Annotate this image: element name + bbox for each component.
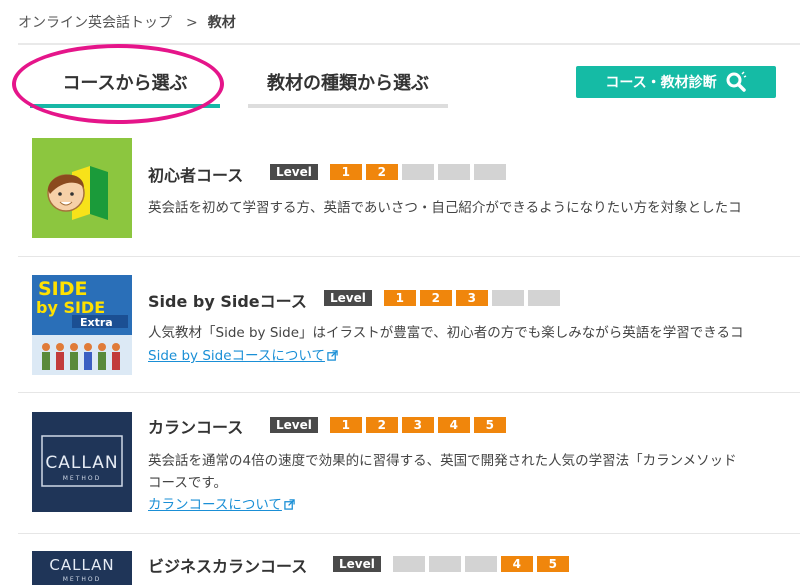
- level-box-4: 4: [500, 556, 533, 572]
- external-link-icon: [327, 350, 338, 361]
- level-box-2: 2: [365, 164, 398, 180]
- course-divider: [18, 392, 800, 393]
- level-box-3: [401, 164, 434, 180]
- business-callan-logo-image: CALLAN METHOD: [49, 556, 114, 583]
- course-divider: [18, 533, 800, 534]
- level-box-3: 3: [455, 290, 488, 306]
- level-box-2: [428, 556, 461, 572]
- level-box-5: [473, 164, 506, 180]
- level-indicator-beginner: Level 1 2: [270, 164, 506, 180]
- level-box-3: [464, 556, 497, 572]
- level-box-5: [527, 290, 560, 306]
- cover-title-2: by SIDE: [36, 298, 105, 317]
- level-box-1: 1: [329, 164, 362, 180]
- callan-thumbnail[interactable]: CALLAN METHOD: [32, 412, 132, 512]
- level-indicator-side-by-side: Level 1 2 3: [324, 290, 560, 306]
- callan-logo-image: CALLAN METHOD: [41, 435, 123, 487]
- course-desc-callan: 英会話を通常の4倍の速度で効果的に習得する、英国で開発された人気の学習法「カラン…: [148, 453, 737, 469]
- level-box-1: 1: [383, 290, 416, 306]
- cover-subtitle: Extra: [80, 316, 113, 329]
- callan-about-label: カランコースについて: [148, 497, 282, 513]
- level-indicator-callan: Level 1 2 3 4 5: [270, 417, 506, 433]
- course-divider: [18, 256, 800, 257]
- tab-material-type[interactable]: 教材の種類から選ぶ: [248, 64, 448, 108]
- level-box-3: 3: [401, 417, 434, 433]
- level-box-2: 2: [419, 290, 452, 306]
- callan-about-link[interactable]: カランコースについて: [148, 493, 295, 513]
- side-by-side-cover-image: SIDE by SIDE Extra: [32, 275, 132, 375]
- business-callan-logo-sub: METHOD: [63, 576, 102, 583]
- level-box-4: 4: [437, 417, 470, 433]
- level-label: Level: [270, 417, 318, 433]
- magnifier-icon: [726, 71, 746, 92]
- course-name-beginner[interactable]: 初心者コース: [148, 162, 243, 186]
- callan-logo-sub: METHOD: [63, 475, 102, 482]
- level-box-4: [437, 164, 470, 180]
- cover-title-1: SIDE: [38, 278, 88, 300]
- course-name-callan[interactable]: カランコース: [148, 414, 243, 438]
- course-desc-side-by-side: 人気教材「Side by Side」はイラストが豊富で、初心者の方でも楽しみなが…: [148, 325, 744, 341]
- business-callan-thumbnail[interactable]: CALLAN METHOD: [32, 551, 132, 585]
- side-by-side-about-link[interactable]: Side by Sideコースについて: [148, 344, 338, 364]
- level-box-4: [491, 290, 524, 306]
- level-label: Level: [333, 556, 381, 572]
- level-box-2: 2: [365, 417, 398, 433]
- breadcrumb-separator: >: [186, 15, 198, 31]
- beginner-course-thumbnail[interactable]: [32, 138, 132, 238]
- level-indicator-business-callan: Level 4 5: [333, 556, 569, 572]
- level-label: Level: [270, 164, 318, 180]
- external-link-icon: [284, 499, 295, 510]
- breadcrumb-home-link[interactable]: オンライン英会話トップ: [18, 15, 172, 31]
- highlight-circle: [12, 44, 224, 124]
- course-name-business-callan[interactable]: ビジネスカランコース: [148, 553, 307, 577]
- course-desc-callan-line2: コースです。: [148, 475, 227, 491]
- diagnosis-label: コース・教材診断: [605, 75, 717, 91]
- level-box-5: 5: [536, 556, 569, 572]
- course-desc-beginner: 英会話を初めて学習する方、英語であいさつ・自己紹介ができるようになりたい方を対象…: [148, 200, 742, 216]
- side-by-side-about-label: Side by Sideコースについて: [148, 348, 325, 364]
- course-diagnosis-button[interactable]: コース・教材診断: [576, 66, 776, 98]
- breadcrumb: オンライン英会話トップ > 教材: [18, 12, 236, 32]
- level-box-5: 5: [473, 417, 506, 433]
- level-box-1: 1: [329, 417, 362, 433]
- callan-logo-text: CALLAN: [45, 453, 118, 473]
- course-name-side-by-side[interactable]: Side by Sideコース: [148, 288, 307, 312]
- level-box-1: [392, 556, 425, 572]
- beginner-avatar-image: [47, 166, 108, 220]
- business-callan-logo-text: CALLAN: [49, 556, 114, 574]
- level-label: Level: [324, 290, 372, 306]
- breadcrumb-current: 教材: [207, 15, 236, 31]
- side-by-side-thumbnail[interactable]: SIDE by SIDE Extra: [32, 275, 132, 375]
